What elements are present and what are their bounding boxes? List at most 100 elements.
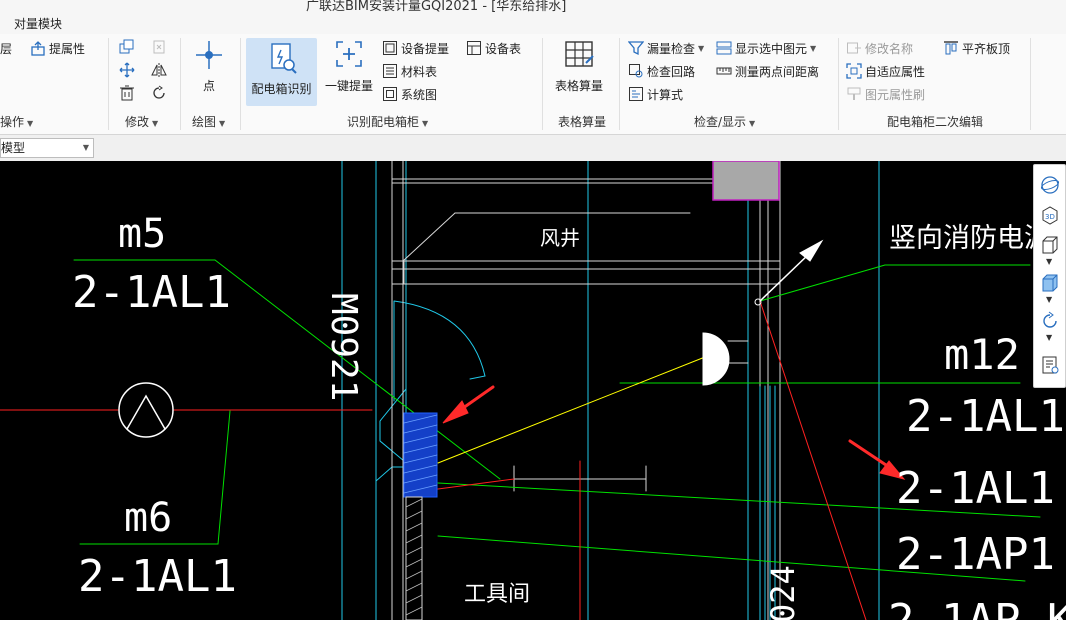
missing-check-button[interactable]: 漏量检查 ▼ [627, 39, 705, 57]
flush-top-button[interactable]: 平齐板顶 [943, 39, 1010, 57]
material-table-icon [382, 63, 398, 79]
chevron-down-icon: ▼ [810, 43, 817, 53]
label-m6-code: 2-1AL1 [78, 551, 237, 602]
cad-drawing: m5 2-1AL1 m6 2-1AL1 M0921 风井 竖向消防电源桥 m12… [0, 161, 1066, 620]
equipment-block [712, 161, 780, 201]
check-loop-button[interactable]: 检查回路 [628, 62, 695, 80]
svg-text:3D: 3D [1045, 213, 1055, 221]
orbit-icon[interactable] [1040, 175, 1060, 195]
mirror-icon[interactable] [151, 62, 167, 78]
panel-box-identify-button[interactable]: 配电箱识别 [246, 38, 317, 106]
label-tool-room: 工具间 [464, 582, 530, 607]
divider [619, 38, 620, 130]
cube-shaded-icon[interactable] [1040, 273, 1060, 293]
wall-line [375, 466, 405, 482]
check-loop-label: 检查回路 [647, 64, 696, 79]
cube-view-icon[interactable] [1040, 235, 1060, 255]
table-calc-label: 表格算量 [554, 79, 603, 93]
label-m5-code: 2-1AL1 [72, 267, 231, 318]
property-icon[interactable] [1040, 355, 1060, 375]
rotate-icon[interactable] [1040, 311, 1060, 331]
equipment-extract-button[interactable]: 设备提量 [382, 39, 449, 57]
system-diagram-button[interactable]: 系统图 [382, 85, 437, 103]
check-loop-icon [628, 63, 644, 79]
wall-line [379, 388, 407, 462]
adaptive-attr-label: 自适应属性 [865, 64, 926, 79]
equipment-table-button[interactable]: 设备表 [466, 39, 521, 57]
ribbon: 层 提属性 操作 ▼ 修改 ▼ 点 绘图 ▼ 配电箱识别 一键提量 设备提量 设备表 … [0, 34, 1066, 135]
delete-icon[interactable] [119, 85, 135, 101]
group-identify-panel: 识别配电箱柜 ▼ [347, 115, 429, 129]
leader-line [402, 212, 456, 262]
adaptive-attr-icon [846, 63, 862, 79]
chevron-down-icon: ▼ [698, 43, 705, 53]
label-door: M0921 [323, 293, 364, 401]
one-click-extract-button[interactable]: 一键提量 [323, 39, 375, 94]
material-table-button[interactable]: 材料表 [382, 62, 437, 80]
attribute-brush-button[interactable]: 图元属性刷 [846, 85, 925, 103]
equipment-table-label: 设备表 [485, 41, 522, 56]
brush-icon [846, 86, 862, 102]
flush-top-label: 平齐板顶 [962, 41, 1011, 56]
divider [108, 38, 109, 130]
circuit-line [437, 356, 706, 464]
panel-box-identify-icon [267, 42, 297, 74]
show-selected-icon [716, 40, 732, 56]
one-click-extract-label: 一键提量 [324, 79, 373, 93]
table-calc-icon [564, 39, 594, 71]
draw-point-button[interactable]: 点 [192, 39, 226, 94]
rename-button[interactable]: 修改名称 [846, 39, 913, 57]
ruler-icon [716, 63, 732, 79]
adaptive-attr-button[interactable]: 自适应属性 [846, 62, 925, 80]
extract-attribute-button[interactable]: 提属性 [30, 39, 85, 57]
group-table-calc: 表格算量 [558, 115, 607, 129]
equipment-extract-label: 设备提量 [401, 41, 450, 56]
missing-check-label: 漏量检查 [647, 41, 696, 56]
show-selected-button[interactable]: 显示选中图元 ▼ [716, 39, 816, 57]
view-mode-value: 模型 [1, 141, 26, 155]
divider [542, 38, 543, 130]
rename-label: 修改名称 [865, 41, 914, 56]
paste-icon [151, 39, 167, 55]
copy-icon[interactable] [119, 39, 135, 55]
draw-point-label: 点 [202, 79, 215, 93]
group-panel-second-edit: 配电箱柜二次编辑 [887, 115, 984, 129]
chevron-down-icon: ▼ [82, 143, 89, 152]
3d-view-icon[interactable]: 3D [1040, 205, 1060, 225]
tab-comparison-module[interactable]: 对量模块 [14, 15, 62, 32]
window-title: 广联达BIM安装计量GQI2021 - [华东给排水] [306, 0, 567, 12]
filter-icon [627, 40, 645, 56]
formula-button[interactable]: 计算式 [628, 85, 683, 103]
view-mode-select[interactable]: 模型 ▼ [0, 138, 94, 158]
divider [180, 38, 181, 130]
table-calc-button[interactable]: 表格算量 [552, 39, 606, 94]
flush-top-icon [943, 40, 959, 56]
chevron-down-icon[interactable]: ▼ [1046, 257, 1052, 266]
divider [838, 38, 839, 130]
label-code-c: 2-1AP-K [888, 595, 1066, 620]
label-shaft: 风井 [540, 226, 580, 250]
label-m12: m12 [944, 330, 1020, 379]
move-icon[interactable] [119, 62, 135, 78]
cad-drawing-canvas[interactable]: m5 2-1AL1 m6 2-1AL1 M0921 风井 竖向消防电源桥 m12… [0, 161, 1066, 620]
lamp-symbol [702, 332, 730, 386]
group-operate: 操作 ▼ [0, 115, 34, 129]
extract-attribute-icon [30, 40, 46, 56]
system-diagram-label: 系统图 [401, 87, 438, 102]
ribbon-tab-row: 对量模块 [0, 12, 1066, 35]
column [767, 260, 781, 285]
point-icon [194, 39, 224, 71]
material-table-label: 材料表 [401, 64, 438, 79]
label-m6: m6 [124, 495, 172, 541]
chevron-down-icon[interactable]: ▼ [1046, 333, 1052, 342]
layer-button[interactable]: 层 [0, 39, 12, 57]
direction-arrow [799, 239, 824, 262]
outlet-symbol [126, 394, 166, 430]
divider [1030, 38, 1031, 130]
chevron-down-icon[interactable]: ▼ [1046, 295, 1052, 304]
label-024: 024 [764, 565, 802, 620]
formula-icon [628, 86, 644, 102]
door-swing-arc [393, 300, 486, 402]
rotate-tool-icon[interactable] [151, 85, 167, 101]
measure-distance-button[interactable]: 测量两点间距离 [716, 62, 819, 80]
